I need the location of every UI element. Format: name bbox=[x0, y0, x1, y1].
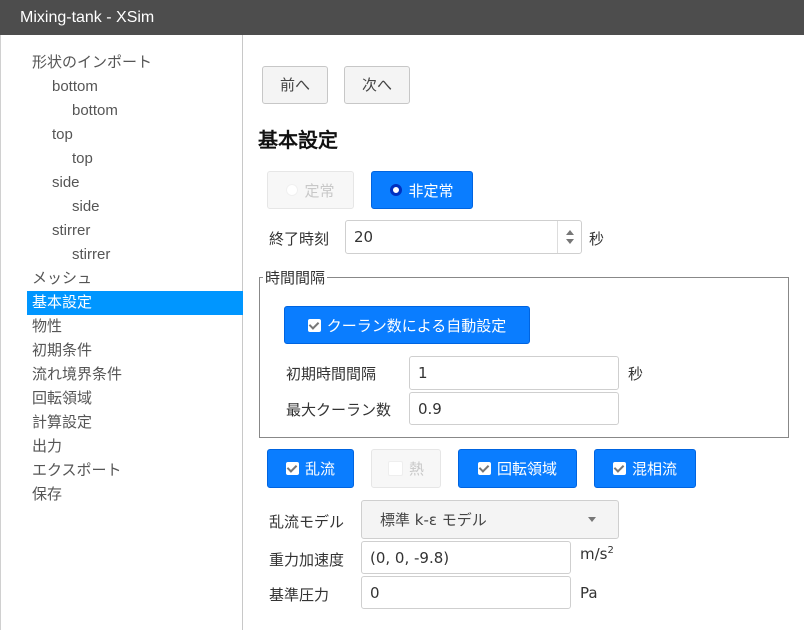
gravity-unit-exponent: 2 bbox=[607, 545, 614, 556]
max-courant-label: 最大クーラン数 bbox=[286, 401, 392, 419]
checkbox-checked-icon bbox=[307, 318, 321, 332]
sidebar-item[interactable]: 回転領域 bbox=[32, 387, 92, 411]
sidebar-item[interactable]: メッシュ bbox=[32, 267, 92, 291]
gravity-label: 重力加速度 bbox=[269, 551, 345, 569]
window-title: Mixing-tank - XSim bbox=[20, 9, 155, 26]
sidebar-item[interactable]: エクスポート bbox=[32, 459, 122, 483]
turbulence-label: 乱流 bbox=[304, 460, 335, 478]
end-time-input[interactable]: 20 bbox=[345, 220, 582, 254]
sidebar-item[interactable]: side bbox=[72, 195, 100, 219]
max-courant-value: 0.9 bbox=[418, 399, 442, 418]
auto-courant-checkbox[interactable]: クーラン数による自動設定 bbox=[284, 306, 530, 344]
sidebar-item[interactable]: bottom bbox=[52, 75, 98, 99]
checkbox-checked-icon bbox=[285, 462, 299, 475]
sidebar-item[interactable]: bottom bbox=[72, 99, 118, 123]
auto-courant-label: クーラン数による自動設定 bbox=[326, 316, 507, 335]
initial-step-value: 1 bbox=[418, 364, 428, 382]
ref-pressure-value: 0 bbox=[370, 583, 380, 602]
turbulence-checkbox[interactable]: 乱流 bbox=[267, 449, 354, 488]
spin-up-icon[interactable] bbox=[566, 230, 574, 235]
rotating-region-label: 回転領域 bbox=[496, 460, 557, 478]
max-courant-input[interactable]: 0.9 bbox=[409, 392, 619, 425]
sidebar-item[interactable]: 基本設定 bbox=[27, 291, 243, 315]
sidebar-item[interactable]: stirrer bbox=[72, 243, 110, 267]
chevron-down-icon bbox=[588, 517, 596, 522]
steady-radio: 定常 bbox=[267, 171, 354, 209]
gravity-unit-text: m/s bbox=[580, 545, 608, 563]
end-time-value: 20 bbox=[354, 228, 374, 246]
initial-step-input[interactable]: 1 bbox=[409, 356, 619, 390]
multiphase-label: 混相流 bbox=[631, 460, 677, 478]
end-time-unit: 秒 bbox=[589, 230, 605, 248]
gravity-unit: m/s2 bbox=[580, 545, 614, 563]
checkbox-checked-icon bbox=[612, 462, 626, 475]
unsteady-label: 非定常 bbox=[408, 181, 454, 200]
turbulence-model-value: 標準 k-ε モデル bbox=[380, 511, 487, 529]
heat-label: 熱 bbox=[408, 460, 424, 478]
gravity-input[interactable]: (0, 0, -9.8) bbox=[361, 541, 571, 574]
ref-pressure-label: 基準圧力 bbox=[269, 586, 330, 604]
ref-pressure-unit: Pa bbox=[580, 584, 598, 602]
checkbox-checked-icon bbox=[477, 462, 491, 475]
radio-icon bbox=[286, 184, 299, 196]
radio-selected-icon bbox=[390, 184, 403, 196]
multiphase-checkbox[interactable]: 混相流 bbox=[594, 449, 696, 488]
sidebar: 形状のインポート bottom bottom top top side side stirre… bbox=[0, 35, 243, 630]
ref-pressure-input[interactable]: 0 bbox=[361, 576, 571, 609]
sidebar-item[interactable]: 保存 bbox=[32, 483, 62, 507]
initial-step-label: 初期時間間隔 bbox=[286, 365, 377, 383]
title-bar: Mixing-tank - XSim bbox=[0, 0, 804, 35]
heat-checkbox: 熱 bbox=[371, 449, 441, 488]
page-title: 基本設定 bbox=[258, 128, 338, 152]
turbulence-model-label: 乱流モデル bbox=[269, 513, 345, 531]
end-time-label: 終了時刻 bbox=[269, 230, 330, 248]
sidebar-item[interactable]: 形状のインポート bbox=[32, 51, 152, 75]
sidebar-item[interactable]: top bbox=[52, 123, 73, 147]
sidebar-item[interactable]: stirrer bbox=[52, 219, 90, 243]
sidebar-item[interactable]: top bbox=[72, 147, 93, 171]
sidebar-item[interactable]: 流れ境界条件 bbox=[32, 363, 122, 387]
sidebar-item[interactable]: 初期条件 bbox=[32, 339, 92, 363]
sidebar-item[interactable]: 計算設定 bbox=[32, 411, 92, 435]
sidebar-item[interactable]: 物性 bbox=[32, 315, 62, 339]
initial-step-unit: 秒 bbox=[628, 365, 644, 383]
sidebar-item[interactable]: 出力 bbox=[32, 435, 62, 459]
gravity-value: (0, 0, -9.8) bbox=[370, 548, 450, 567]
turbulence-model-select[interactable]: 標準 k-ε モデル bbox=[361, 500, 619, 539]
unsteady-radio[interactable]: 非定常 bbox=[371, 171, 473, 209]
steady-label: 定常 bbox=[304, 181, 335, 200]
rotating-region-checkbox[interactable]: 回転領域 bbox=[458, 449, 577, 488]
prev-button[interactable]: 前へ bbox=[262, 66, 328, 104]
checkbox-unchecked-icon bbox=[387, 461, 403, 476]
sidebar-item[interactable]: side bbox=[52, 171, 80, 195]
next-button[interactable]: 次へ bbox=[344, 66, 410, 104]
spin-down-icon[interactable] bbox=[566, 239, 574, 244]
time-step-legend: 時間間隔 bbox=[263, 267, 328, 288]
main-panel: 前へ 次へ 基本設定 定常 非定常 終了時刻 20 秒 時間間隔 クーラン数によ… bbox=[244, 35, 804, 630]
spinner[interactable] bbox=[557, 221, 581, 253]
